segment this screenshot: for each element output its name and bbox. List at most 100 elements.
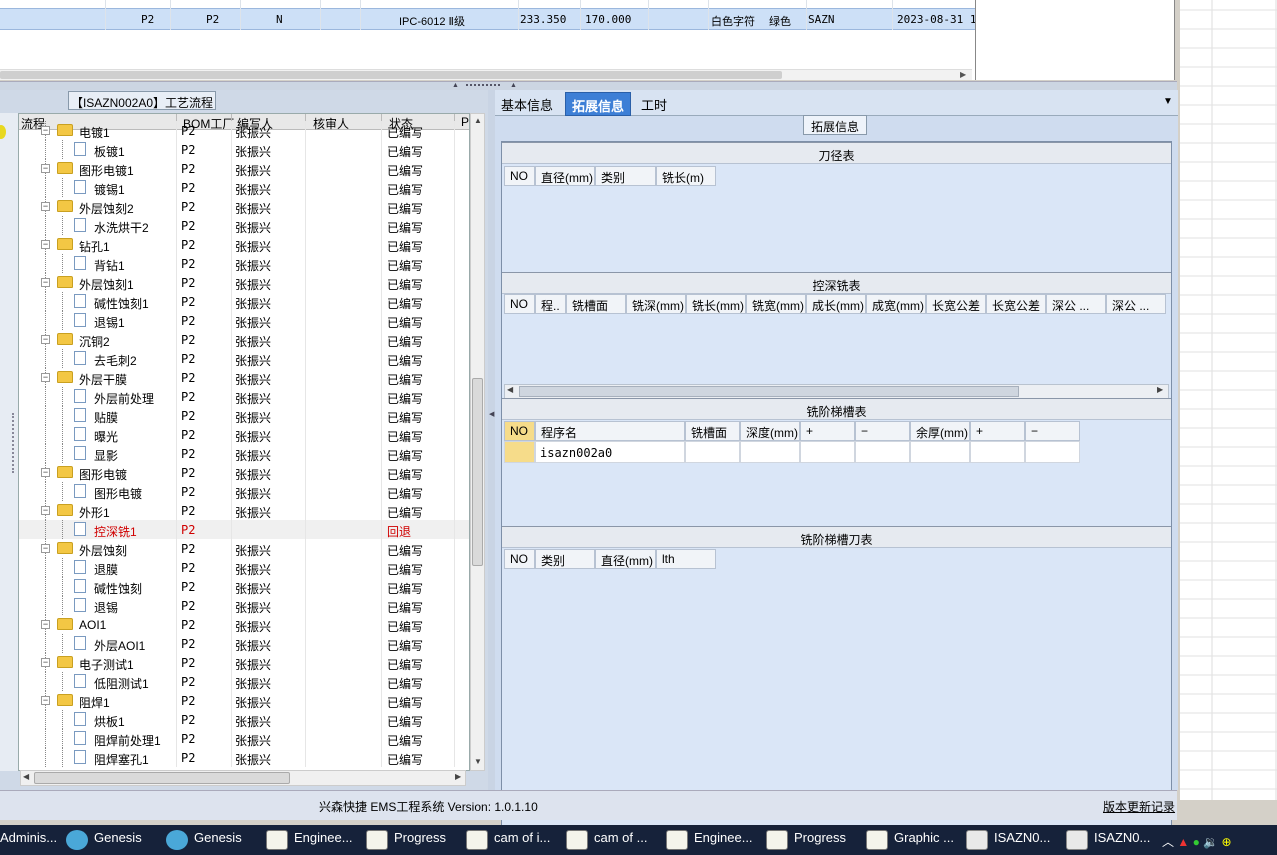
scroll-left-arrow-icon[interactable]: ◀ [23, 772, 29, 781]
tree-step-row[interactable]: 碱性蚀刻1 P2 张振兴 已编写 [19, 292, 469, 311]
tree-group-row[interactable]: − AOI1 P2 张振兴 已编写 [19, 615, 469, 634]
grid-column-header[interactable]: 长宽公差 [926, 294, 986, 314]
depth-mill-hscroll[interactable]: ◀ ▶ [504, 384, 1169, 399]
grid-column-header[interactable]: NO [504, 421, 535, 441]
collapse-left-icon[interactable]: ◀ [489, 410, 494, 418]
tree-group-row[interactable]: − 钻孔1 P2 张振兴 已编写 [19, 235, 469, 254]
scroll-right-arrow-icon[interactable]: ▶ [1157, 385, 1163, 394]
grid-column-header[interactable]: 铣槽面 [685, 421, 740, 441]
tree-group-row[interactable]: − 图形电镀 P2 张振兴 已编写 [19, 463, 469, 482]
tree-step-row[interactable]: 控深铣1 P2 回退 [19, 520, 469, 539]
grid-column-header[interactable]: 程序名 [535, 421, 685, 441]
tab-basic-info[interactable]: 基本信息 [495, 92, 559, 116]
grid-cell[interactable] [740, 441, 800, 463]
taskbar-item[interactable]: Adminis... [0, 830, 57, 852]
tree-step-row[interactable]: 退膜 P2 张振兴 已编写 [19, 558, 469, 577]
grid-cell[interactable] [504, 441, 535, 463]
grid-column-header[interactable]: 铣深(mm) [626, 294, 686, 314]
grid-column-header[interactable]: 深公 ... [1106, 294, 1166, 314]
grid-column-header[interactable]: 余厚(mm) [910, 421, 970, 441]
tree-step-row[interactable]: 退锡 P2 张振兴 已编写 [19, 596, 469, 615]
collapse-up-icon-2[interactable]: ▲ [510, 82, 517, 89]
scroll-thumb[interactable] [472, 378, 483, 566]
splitter-grip-icon[interactable] [466, 84, 500, 87]
volume-icon[interactable]: 🔉 [1203, 835, 1218, 849]
tree-step-row[interactable]: 贴膜 P2 张振兴 已编写 [19, 406, 469, 425]
tree-collapse-toggle-icon[interactable]: − [41, 658, 50, 667]
tree-collapse-toggle-icon[interactable]: − [41, 278, 50, 287]
tab-work-hours[interactable]: 工时 [635, 92, 673, 116]
tree-hscroll[interactable]: ◀ ▶ [20, 770, 466, 786]
grid-column-header[interactable]: 成宽(mm) [866, 294, 926, 314]
taskbar-item[interactable]: Genesis [166, 830, 242, 852]
tree-step-row[interactable]: 碱性蚀刻 P2 张振兴 已编写 [19, 577, 469, 596]
tree-group-row[interactable]: − 外层蚀刻 P2 张振兴 已编写 [19, 539, 469, 558]
grid-cell[interactable] [1025, 441, 1080, 463]
tree-collapse-toggle-icon[interactable]: − [41, 373, 50, 382]
grid-column-header[interactable]: 深度(mm) [740, 421, 800, 441]
scroll-up-arrow-icon[interactable]: ▲ [474, 116, 482, 125]
tree-step-row[interactable]: 背钻1 P2 张振兴 已编写 [19, 254, 469, 273]
tree-step-row[interactable]: 烘板1 P2 张振兴 已编写 [19, 710, 469, 729]
taskbar-item[interactable]: Genesis [66, 830, 142, 852]
tree-group-row[interactable]: − 阻焊1 P2 张振兴 已编写 [19, 691, 469, 710]
scroll-left-arrow-icon[interactable]: ◀ [507, 385, 513, 394]
tree-collapse-toggle-icon[interactable]: − [41, 240, 50, 249]
order-grid-hscroll[interactable]: ▶ [0, 69, 972, 80]
taskbar-item[interactable]: Progress [766, 830, 846, 852]
tree-step-row[interactable]: 水洗烘干2 P2 张振兴 已编写 [19, 216, 469, 235]
scroll-down-arrow-icon[interactable]: ▼ [474, 757, 482, 766]
taskbar-item[interactable]: Enginee... [666, 830, 753, 852]
tree-collapse-toggle-icon[interactable]: − [41, 506, 50, 515]
grid-column-header[interactable]: 长宽公差 [986, 294, 1046, 314]
tree-step-row[interactable]: 外层前处理 P2 张振兴 已编写 [19, 387, 469, 406]
tree-step-row[interactable]: 退锡1 P2 张振兴 已编写 [19, 311, 469, 330]
taskbar-item[interactable]: cam of i... [466, 830, 550, 852]
grid-cell[interactable] [970, 441, 1025, 463]
grid-column-header[interactable]: 直径(mm) [595, 549, 656, 569]
grid-column-header[interactable]: 类别 [595, 166, 656, 186]
tree-group-row[interactable]: − 沉铜2 P2 张振兴 已编写 [19, 330, 469, 349]
grid-cell[interactable] [910, 441, 970, 463]
tree-group-row[interactable]: − 外形1 P2 张振兴 已编写 [19, 501, 469, 520]
grid-column-header[interactable]: NO [504, 166, 535, 186]
tree-collapse-toggle-icon[interactable]: − [41, 696, 50, 705]
grid-column-header[interactable]: − [855, 421, 910, 441]
grid-cell[interactable] [800, 441, 855, 463]
vertical-splitter[interactable]: ◀ [488, 90, 495, 790]
grid-cell[interactable] [685, 441, 740, 463]
tree-group-row[interactable]: − 外层蚀刻1 P2 张振兴 已编写 [19, 273, 469, 292]
gutter-grip-icon[interactable] [12, 413, 16, 473]
tree-collapse-toggle-icon[interactable]: − [41, 164, 50, 173]
tree-vscroll[interactable]: ▲ ▼ [470, 113, 485, 771]
tree-step-row[interactable]: 图形电镀 P2 张振兴 已编写 [19, 482, 469, 501]
tree-collapse-toggle-icon[interactable]: − [41, 335, 50, 344]
horizontal-splitter[interactable]: ▲ ▲ [0, 81, 1177, 90]
grid-cell[interactable] [855, 441, 910, 463]
scroll-right-arrow-icon[interactable]: ▶ [455, 772, 461, 781]
order-grid-selected-row[interactable]: P2 P2 N IPC-6012 Ⅱ级 233.350 170.000 白色字符… [0, 8, 975, 30]
grid-column-header[interactable]: + [800, 421, 855, 441]
tree-collapse-toggle-icon[interactable]: − [41, 544, 50, 553]
grid-column-header[interactable]: lth [656, 549, 716, 569]
grid-column-header[interactable]: 铣宽(mm) [746, 294, 806, 314]
tree-group-row[interactable]: − 图形电镀1 P2 张振兴 已编写 [19, 159, 469, 178]
tree-step-row[interactable]: 低阻测试1 P2 张振兴 已编写 [19, 672, 469, 691]
tree-step-row[interactable]: 阻焊塞孔1 P2 张振兴 已编写 [19, 748, 469, 767]
program-name-cell[interactable]: isazn002a0 [535, 441, 685, 463]
grid-column-header[interactable]: 成长(mm) [806, 294, 866, 314]
tree-collapse-toggle-icon[interactable]: − [41, 620, 50, 629]
tree-step-row[interactable]: 板镀1 P2 张振兴 已编写 [19, 140, 469, 159]
grid-column-header[interactable]: 深公 ... [1046, 294, 1106, 314]
wechat-icon[interactable]: ● [1193, 835, 1200, 849]
tray-expand-icon[interactable]: ︿ [1162, 835, 1174, 849]
version-history-link[interactable]: 版本更新记录 [1103, 798, 1175, 815]
tree-group-row[interactable]: − 外层蚀刻2 P2 张振兴 已编写 [19, 197, 469, 216]
tree-collapse-toggle-icon[interactable]: − [41, 468, 50, 477]
grid-column-header[interactable]: 直径(mm) [535, 166, 595, 186]
tree-group-row[interactable]: − 电镀1 P2 张振兴 已编写 [19, 121, 469, 140]
grid-column-header[interactable]: 铣长(mm) [686, 294, 746, 314]
grid-column-header[interactable]: 类别 [535, 549, 595, 569]
tree-group-row[interactable]: − 电子测试1 P2 张振兴 已编写 [19, 653, 469, 672]
grid-column-header[interactable]: NO [504, 549, 535, 569]
